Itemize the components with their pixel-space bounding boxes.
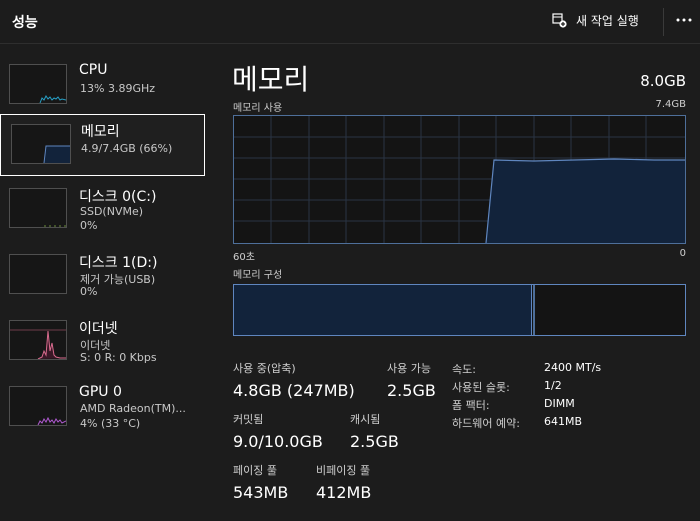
slots-label: 사용된 슬롯:: [452, 381, 510, 394]
speed-label: 속도:: [452, 363, 476, 376]
sidebar-item-title: GPU 0: [79, 384, 122, 400]
sidebar-item-sub2: 0%: [80, 219, 98, 232]
more-icon: [676, 18, 692, 22]
committed-label: 커밋됨: [233, 413, 264, 426]
sidebar-item-sub2: 4% (33 °C): [80, 417, 141, 430]
sidebar-item-disk-0[interactable]: 디스크 0(C:) SSD(NVMe) 0%: [0, 180, 205, 242]
header-divider: [663, 8, 664, 36]
memory-usage-label: 메모리 사용: [233, 103, 283, 114]
sidebar-item-sub: AMD Radeon(TM)...: [80, 402, 186, 415]
page-title: 성능: [12, 15, 38, 31]
in-use-label: 사용 중(압축): [233, 362, 296, 375]
sidebar-item-sub2: S: 0 R: 0 Kbps: [80, 351, 157, 364]
hardware-reserved-label: 하드웨어 예약:: [452, 417, 520, 430]
time-axis-end: 0: [679, 248, 686, 259]
nonpaged-pool-label: 비페이징 풀: [316, 464, 371, 477]
sidebar-item-title: 디스크 0(C:): [79, 189, 157, 205]
gpu-thumbnail: [9, 386, 67, 426]
sidebar-item-title: CPU: [79, 62, 108, 78]
in-use-segment: [234, 285, 532, 335]
disk-1-thumbnail: [9, 254, 67, 294]
more-options-button[interactable]: [673, 9, 695, 31]
sidebar-item-disk-1[interactable]: 디스크 1(D:) 제거 가능(USB) 0%: [0, 246, 205, 308]
sidebar-item-sub2: 0%: [80, 285, 98, 298]
memory-heading: 메모리: [232, 63, 310, 96]
nonpaged-pool-value: 412MB: [316, 483, 372, 502]
header-bar: 성능 새 작업 실행: [0, 0, 700, 44]
memory-usage-max: 7.4GB: [655, 99, 686, 110]
ethernet-thumbnail: [9, 320, 67, 360]
in-use-value: 4.8GB (247MB): [233, 381, 355, 400]
memory-composition-label: 메모리 구성: [233, 270, 283, 281]
sidebar-item-memory[interactable]: 메모리 4.9/7.4GB (66%): [0, 114, 205, 176]
disk-0-thumbnail: [9, 188, 67, 228]
form-factor-value: DIMM: [544, 397, 575, 410]
memory-thumbnail: [11, 124, 71, 164]
sidebar-item-gpu-0[interactable]: GPU 0 AMD Radeon(TM)... 4% (33 °C): [0, 378, 205, 440]
sidebar-item-title: 디스크 1(D:): [79, 255, 158, 271]
sidebar-item-cpu[interactable]: CPU 13% 3.89GHz: [0, 56, 205, 118]
time-axis-start: 60초: [233, 252, 255, 263]
speed-value: 2400 MT/s: [544, 361, 602, 374]
run-new-task-label: 새 작업 실행: [576, 13, 639, 28]
sidebar-item-ethernet[interactable]: 이더넷 이더넷 S: 0 R: 0 Kbps: [0, 312, 205, 374]
available-label: 사용 가능: [387, 362, 431, 375]
modified-segment: [533, 285, 535, 335]
sidebar-item-sub: 4.9/7.4GB (66%): [81, 142, 173, 155]
slots-value: 1/2: [544, 379, 562, 392]
run-new-task-button[interactable]: 새 작업 실행: [552, 9, 639, 31]
memory-total: 8.0GB: [640, 72, 686, 90]
committed-value: 9.0/10.0GB: [233, 432, 323, 451]
hardware-reserved-value: 641MB: [544, 415, 583, 428]
available-value: 2.5GB: [387, 381, 436, 400]
memory-usage-graph: [233, 115, 686, 244]
form-factor-label: 폼 팩터:: [452, 399, 490, 412]
paged-pool-label: 페이징 풀: [233, 464, 277, 477]
paged-pool-value: 543MB: [233, 483, 289, 502]
sidebar-item-title: 메모리: [81, 124, 120, 140]
sidebar-item-sub: 13% 3.89GHz: [80, 82, 156, 95]
cached-label: 캐시됨: [350, 413, 381, 426]
sidebar-item-title: 이더넷: [79, 321, 118, 337]
memory-composition-bar: [233, 284, 686, 336]
cached-value: 2.5GB: [350, 432, 399, 451]
new-task-icon: [552, 12, 567, 28]
sidebar-item-sub: SSD(NVMe): [80, 205, 144, 218]
cpu-thumbnail: [9, 64, 67, 104]
